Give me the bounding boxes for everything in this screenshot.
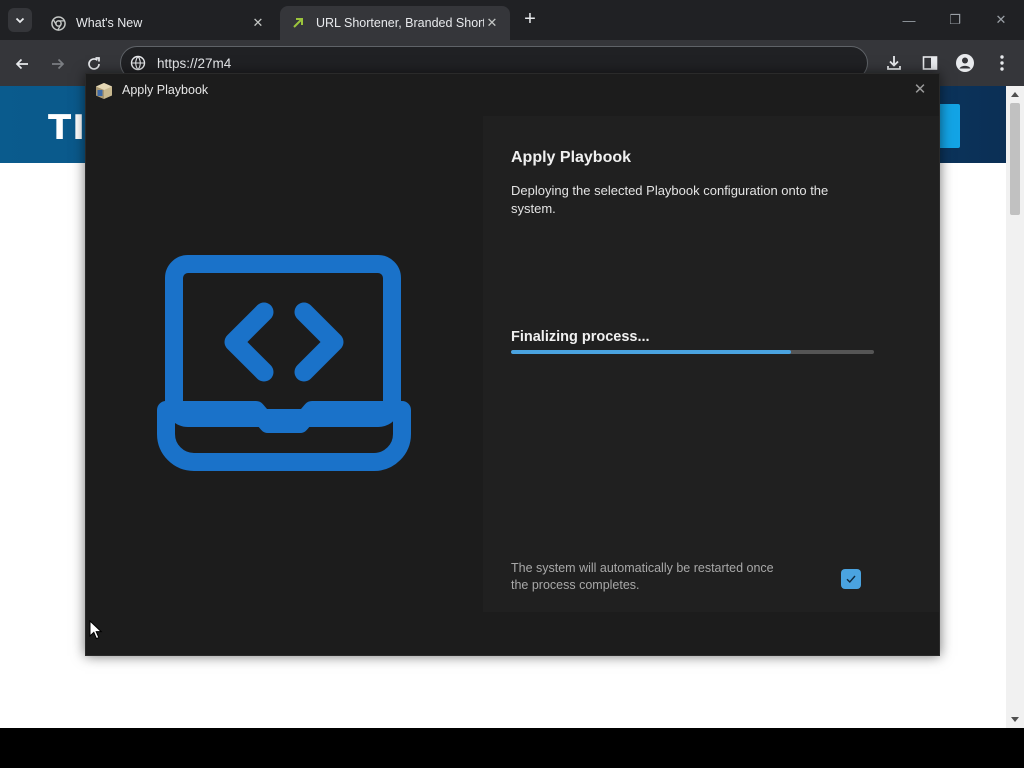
profile-button[interactable] <box>954 52 976 74</box>
shortener-favicon <box>290 15 306 31</box>
header-cta-button[interactable] <box>938 104 960 148</box>
forward-button[interactable] <box>46 52 70 76</box>
arrow-left-icon <box>15 58 28 70</box>
tab-url-shortener[interactable]: URL Shortener, Branded Short L ✕ <box>280 6 510 40</box>
new-tab-button[interactable]: + <box>520 9 540 30</box>
site-logo[interactable]: TI <box>48 108 86 148</box>
profile-icon <box>956 54 974 72</box>
taskbar <box>0 728 1024 768</box>
minimize-button[interactable]: — <box>896 8 922 32</box>
mouse-cursor-icon <box>89 620 103 640</box>
tab-close-icon[interactable]: ✕ <box>484 15 500 31</box>
checkmark-icon <box>846 575 856 584</box>
progress-panel: Apply Playbook Deploying the selected Pl… <box>483 116 939 612</box>
browser-tab-strip: What's New ✕ URL Shortener, Branded Shor… <box>0 0 1024 40</box>
more-vertical-icon <box>1000 55 1004 71</box>
side-panel-icon <box>922 56 938 70</box>
tab-close-icon[interactable]: ✕ <box>250 15 266 31</box>
window-close-button[interactable]: ✕ <box>988 8 1014 32</box>
dialog-titlebar[interactable]: Apply Playbook ✕ <box>86 74 939 106</box>
site-info-icon[interactable] <box>130 55 146 71</box>
back-button[interactable] <box>10 52 34 76</box>
restart-checkbox[interactable] <box>841 569 861 589</box>
tab-search-button[interactable] <box>8 8 32 32</box>
tab-whats-new[interactable]: What's New ✕ <box>40 6 276 40</box>
dialog-title: Apply Playbook <box>122 83 209 97</box>
downloads-button[interactable] <box>883 52 905 74</box>
scroll-up-icon[interactable] <box>1011 92 1019 97</box>
panel-heading: Apply Playbook <box>511 149 632 166</box>
side-panel-button[interactable] <box>919 52 941 74</box>
tab-title: URL Shortener, Branded Short L <box>316 16 484 30</box>
apply-playbook-dialog: Apply Playbook ✕ Apply Playbook Deployin… <box>85 73 940 656</box>
app-box-icon <box>96 83 112 99</box>
browser-menu-button[interactable] <box>991 52 1013 74</box>
dialog-close-icon[interactable]: ✕ <box>910 79 930 99</box>
chevron-down-icon <box>15 17 25 24</box>
progress-bar-fill <box>511 350 791 354</box>
restore-button[interactable]: ❐ <box>942 8 968 32</box>
status-text: Finalizing process... <box>511 329 650 345</box>
reload-icon <box>88 57 100 70</box>
laptop-code-icon <box>157 255 411 471</box>
url-text: https://27m4 <box>157 56 232 71</box>
tab-title: What's New <box>76 16 143 30</box>
scroll-down-icon[interactable] <box>1011 717 1019 722</box>
restart-note: The system will automatically be restart… <box>511 561 774 592</box>
scrollbar-thumb[interactable] <box>1010 103 1020 215</box>
download-icon <box>887 56 901 70</box>
progress-bar <box>511 350 874 354</box>
chrome-icon <box>50 15 66 31</box>
arrow-right-icon <box>52 58 65 70</box>
panel-description: Deploying the selected Playbook configur… <box>511 183 829 216</box>
page-scrollbar[interactable] <box>1006 86 1024 728</box>
